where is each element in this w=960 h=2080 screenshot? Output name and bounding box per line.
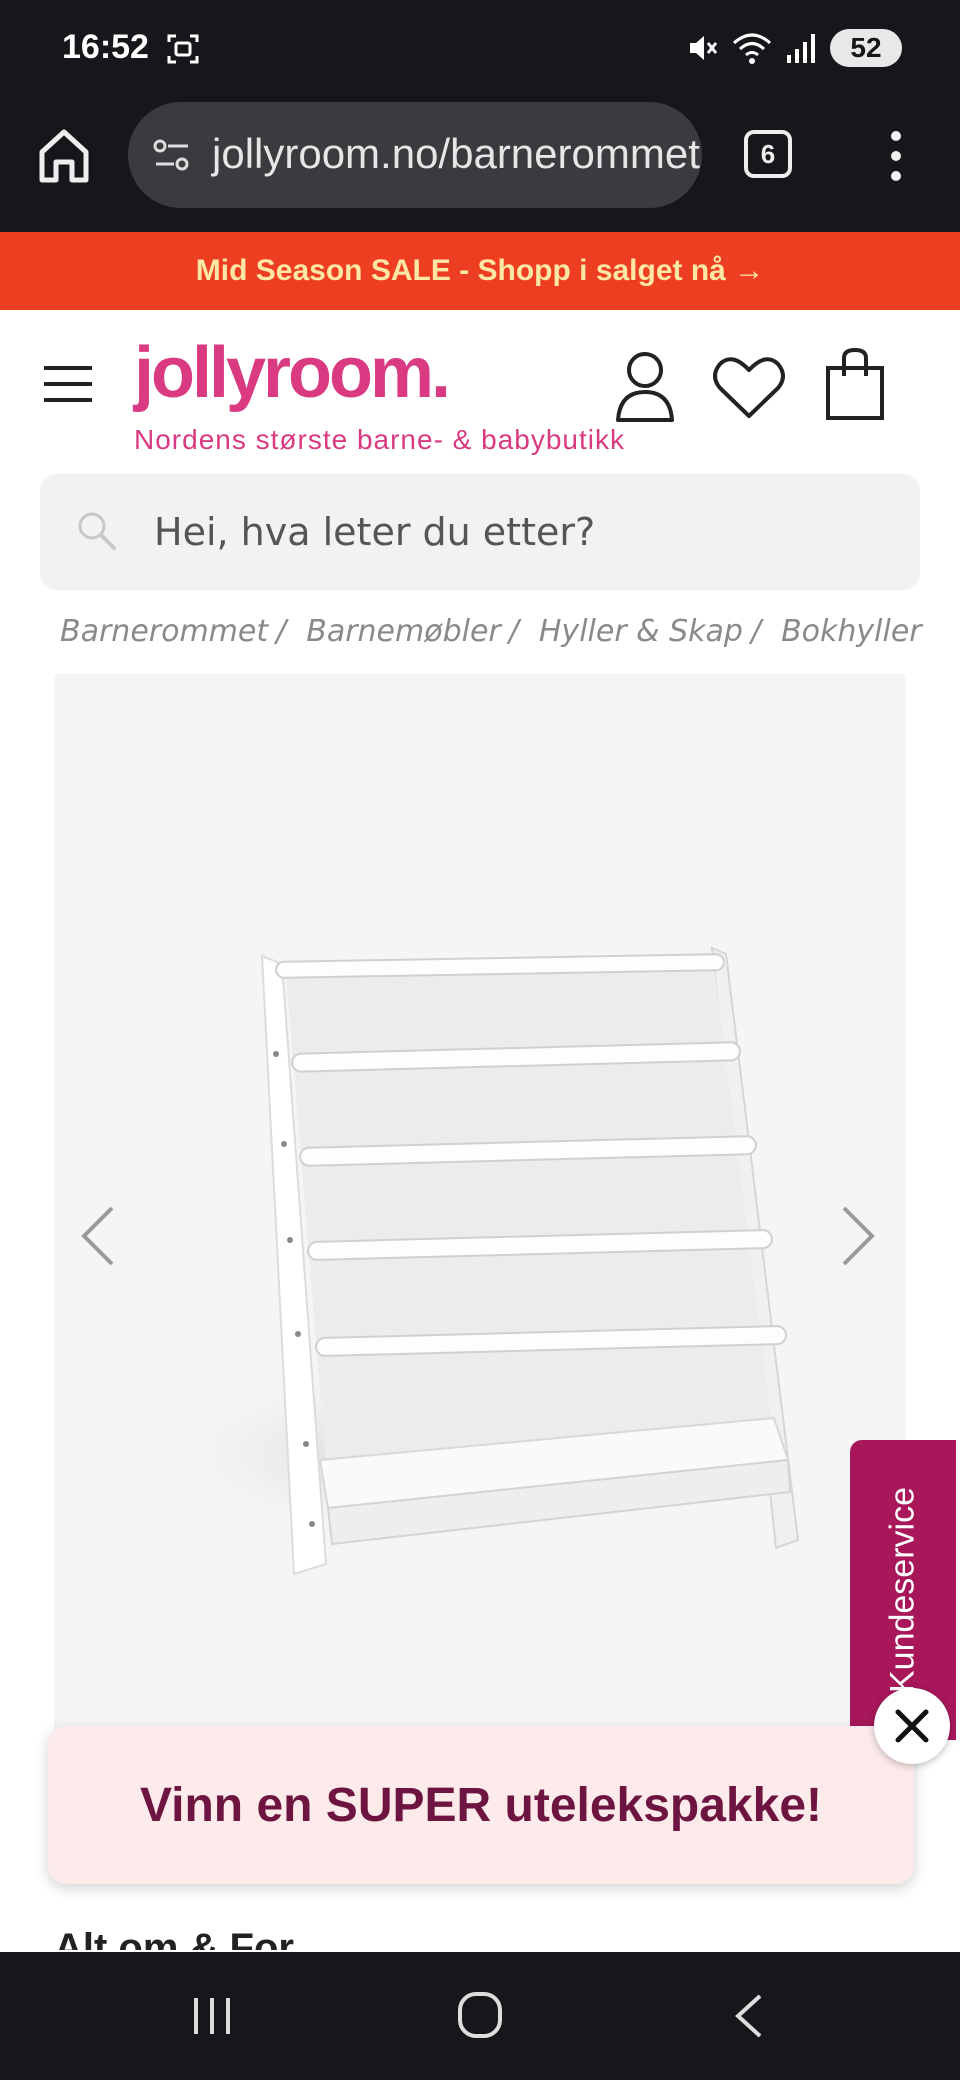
url-text: jollyroom.no/barnerommet bbox=[212, 130, 700, 177]
product-image[interactable] bbox=[114, 944, 814, 1604]
battery-level: 52 bbox=[850, 32, 882, 63]
status-time: 16:52 bbox=[62, 28, 149, 66]
promo-banner[interactable]: Mid Season SALE - Shopp i salget nå → bbox=[0, 232, 960, 310]
close-popup-button[interactable] bbox=[874, 1688, 950, 1764]
customer-service-label: Kundeservice bbox=[883, 1486, 922, 1694]
search-input[interactable] bbox=[154, 502, 854, 562]
home-icon[interactable] bbox=[36, 126, 92, 186]
account-icon[interactable] bbox=[614, 350, 676, 422]
product-heading-partial: Alt om & For bbox=[54, 1928, 454, 1950]
recents-icon[interactable] bbox=[190, 1994, 234, 2038]
breadcrumb-item-bokhyller[interactable]: Bokhyller bbox=[781, 614, 922, 649]
menu-icon[interactable] bbox=[42, 364, 94, 404]
breadcrumb-separator: / bbox=[508, 613, 519, 649]
site-settings-icon[interactable] bbox=[152, 138, 192, 174]
browser-toolbar: jollyroom.no/barnerommet 6 bbox=[0, 100, 960, 232]
wifi-icon bbox=[733, 33, 771, 64]
battery-icon: 52 bbox=[830, 29, 902, 67]
chevron-left-icon[interactable] bbox=[78, 1204, 118, 1268]
shopping-bag-icon[interactable] bbox=[824, 346, 886, 422]
promo-popup[interactable]: Vinn en SUPER utelekspakke! bbox=[48, 1726, 914, 1884]
close-icon bbox=[895, 1709, 929, 1743]
product-gallery[interactable] bbox=[54, 674, 906, 1740]
site-tagline: Nordens største barne- & babybutikk bbox=[134, 424, 625, 455]
promo-text: Mid Season SALE - Shopp i salget nå → bbox=[195, 254, 765, 287]
promo-popup-text: Vinn en SUPER utelekspakke! bbox=[139, 1778, 823, 1832]
breadcrumb-item-hyller-skap[interactable]: Hyller & Skap bbox=[539, 614, 743, 649]
tab-count: 6 bbox=[760, 138, 776, 169]
site-logo[interactable]: jollyroom. bbox=[134, 332, 451, 414]
breadcrumb-item-barnemobler[interactable]: Barnemøbler bbox=[306, 614, 501, 649]
back-icon[interactable] bbox=[732, 1992, 766, 2040]
mute-icon bbox=[690, 36, 718, 60]
heart-icon[interactable] bbox=[712, 354, 786, 420]
search-icon bbox=[78, 512, 116, 550]
tabs-button[interactable]: 6 bbox=[744, 130, 792, 178]
chevron-right-icon[interactable] bbox=[838, 1204, 878, 1268]
breadcrumb-separator: / bbox=[750, 613, 762, 649]
breadcrumb: Barnerommet / Barnemøbler / Hyller & Ska… bbox=[60, 608, 922, 654]
screen-record-icon bbox=[167, 34, 199, 64]
product-heading-text: Alt om & For bbox=[54, 1928, 294, 1950]
signal-icon bbox=[787, 34, 815, 63]
home-circle-icon[interactable] bbox=[456, 1990, 504, 2040]
search-box[interactable] bbox=[40, 474, 920, 590]
more-vert-icon[interactable] bbox=[880, 130, 912, 182]
address-bar[interactable]: jollyroom.no/barnerommet bbox=[128, 102, 702, 208]
status-icons: 52 bbox=[686, 26, 902, 70]
breadcrumb-item-barnerommet[interactable]: Barnerommet bbox=[60, 614, 268, 649]
site-header: jollyroom. Nordens største barne- & baby… bbox=[0, 310, 960, 470]
system-nav-bar bbox=[0, 1952, 960, 2080]
breadcrumb-separator: / bbox=[276, 613, 287, 649]
status-bar: 16:52 52 bbox=[0, 0, 960, 100]
